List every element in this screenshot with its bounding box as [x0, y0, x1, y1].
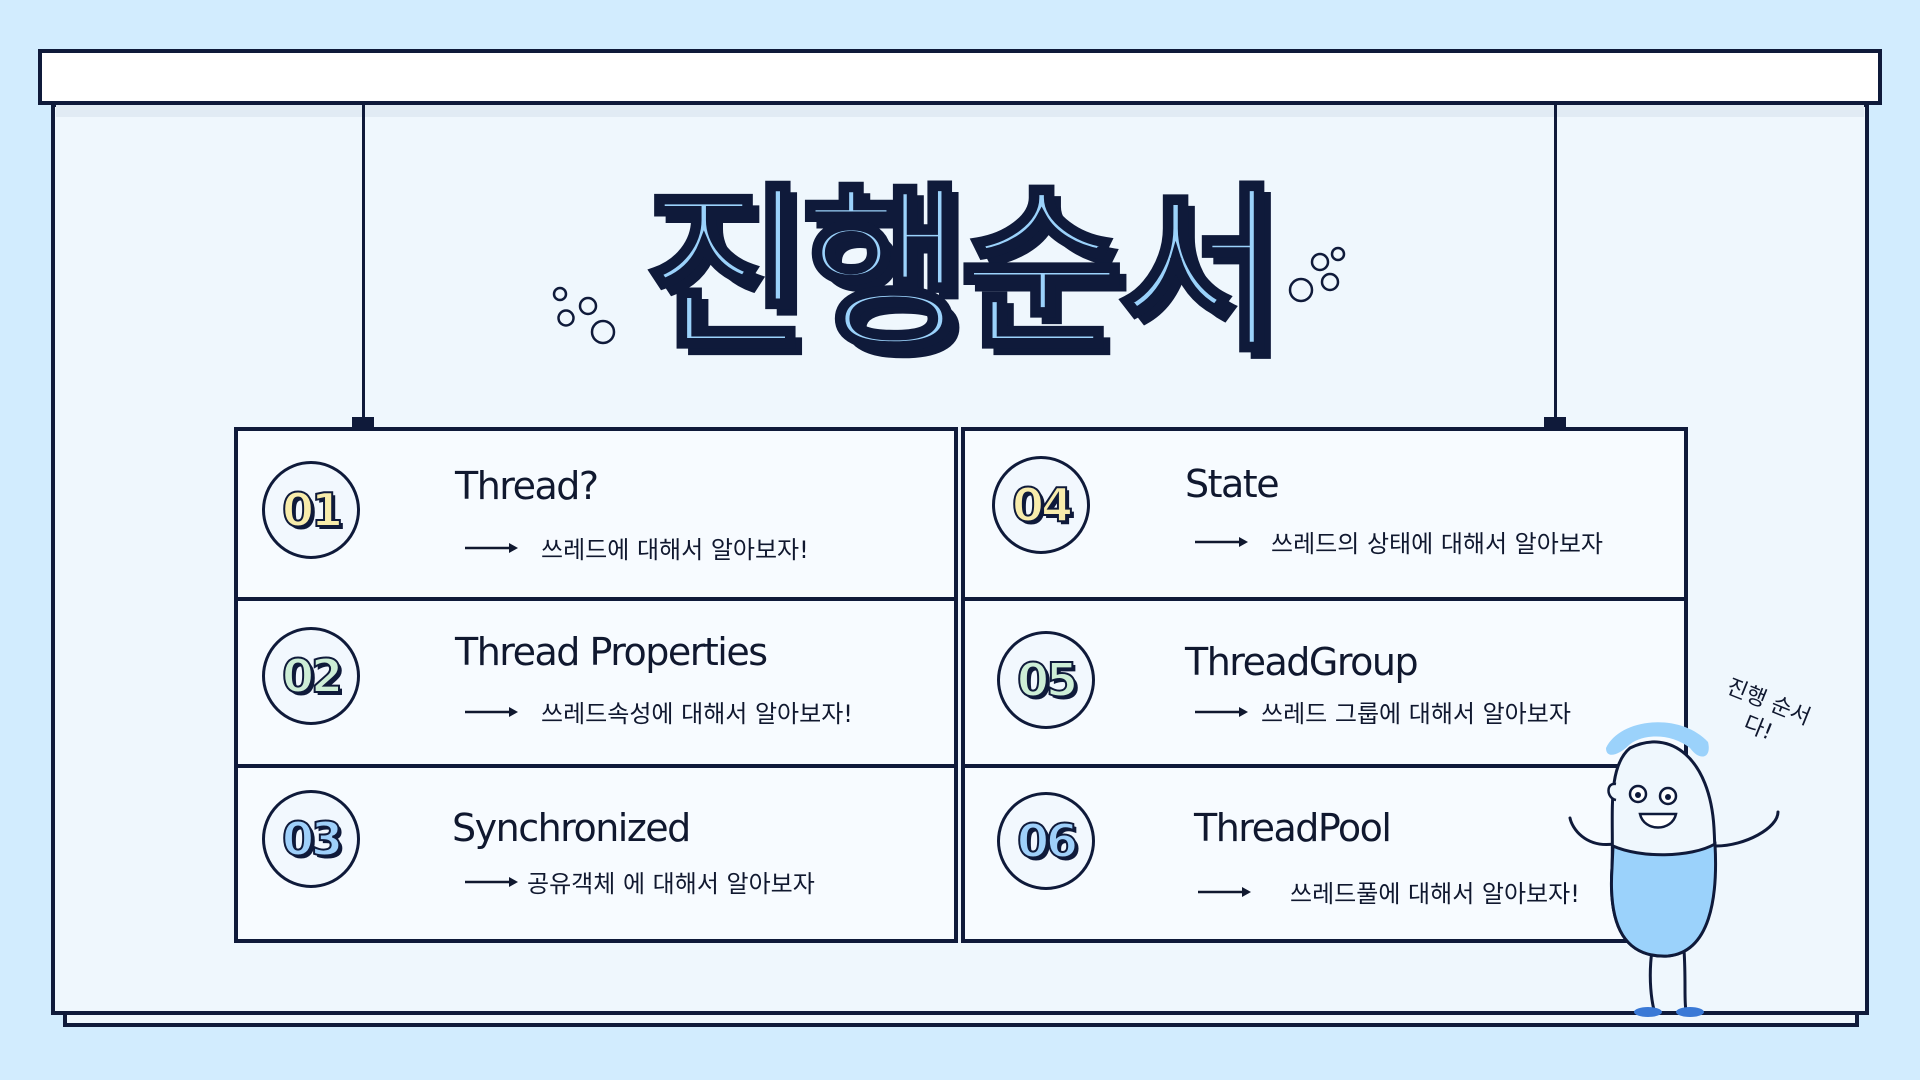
item-number-badge: 05: [997, 631, 1095, 729]
item-description: 쓰레드에 대해서 알아보자!: [541, 536, 809, 564]
item-description-row: 공유객체 에 대해서 알아보자: [465, 864, 815, 899]
item-description: 공유객체 에 대해서 알아보자: [527, 870, 815, 898]
item-title: ThreadGroup: [1185, 640, 1419, 684]
row-divider-left-2: [234, 764, 958, 768]
arrow-right-icon: [1195, 706, 1248, 717]
character-illustration: [1540, 718, 1790, 1022]
item-title: Thread?: [455, 464, 599, 508]
item-number-badge: 01: [262, 461, 360, 559]
arrow-right-icon: [465, 876, 518, 887]
item-title: ThreadPool: [1194, 806, 1392, 850]
item-description: 쓰레드의 상태에 대해서 알아보자: [1271, 530, 1604, 558]
bubbles-right-decoration: [1286, 244, 1352, 306]
item-description: 쓰레드 그룹에 대해서 알아보자: [1261, 700, 1571, 728]
rail-shadow: [56, 105, 1864, 117]
page-title: 진행순서: [642, 168, 1284, 375]
arrow-right-icon: [1198, 886, 1251, 897]
item-description-row: 쓰레드속성에 대해서 알아보자!: [465, 694, 853, 729]
item-description: 쓰레드풀에 대해서 알아보자!: [1290, 880, 1580, 908]
item-description-row: 쓰레드 그룹에 대해서 알아보자: [1195, 694, 1571, 729]
arrow-right-icon: [1195, 536, 1248, 547]
item-title: State: [1185, 462, 1280, 506]
row-divider-right-1: [962, 597, 1688, 601]
item-number-badge: 02: [262, 627, 360, 725]
item-description-row: 쓰레드풀에 대해서 알아보자!: [1198, 874, 1580, 909]
row-divider-left-1: [234, 597, 958, 601]
bubbles-left-decoration: [548, 284, 620, 350]
item-number-badge: 03: [262, 790, 360, 888]
item-description-row: 쓰레드의 상태에 대해서 알아보자: [1195, 524, 1603, 559]
item-description-row: 쓰레드에 대해서 알아보자!: [465, 530, 809, 565]
item-title: Synchronized: [452, 806, 691, 850]
item-title: Thread Properties: [455, 630, 768, 674]
item-description: 쓰레드속성에 대해서 알아보자!: [541, 700, 853, 728]
column-divider: [954, 427, 965, 943]
item-number-badge: 04: [992, 456, 1090, 554]
arrow-right-icon: [465, 706, 518, 717]
arrow-right-icon: [465, 542, 518, 553]
top-rail: [38, 49, 1882, 105]
item-number-badge: 06: [997, 792, 1095, 890]
